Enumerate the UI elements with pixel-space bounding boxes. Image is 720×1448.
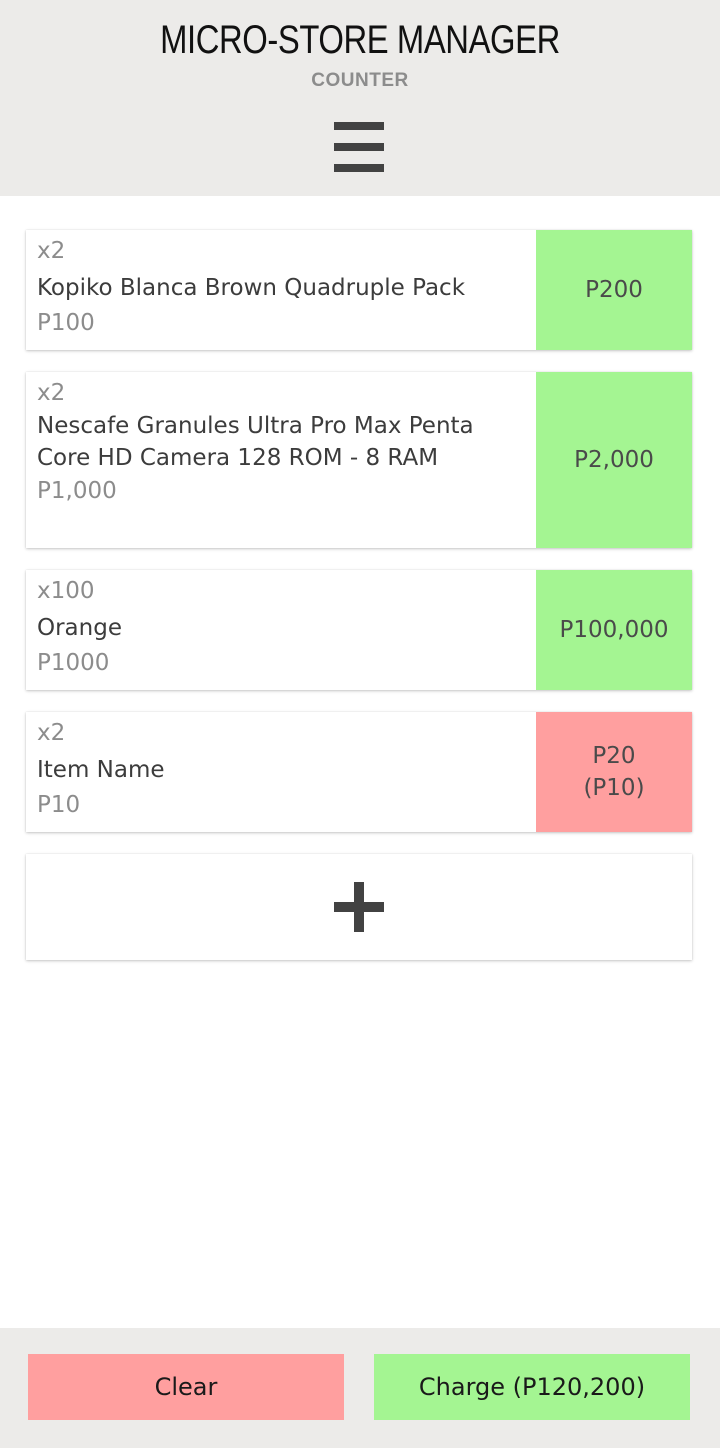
item-info: x2 Item Name P10: [26, 712, 536, 832]
clear-button[interactable]: Clear: [28, 1354, 344, 1420]
item-quantity: x2: [37, 720, 66, 746]
cart-item[interactable]: x2 Nescafe Granules Ultra Pro Max Penta …: [26, 372, 692, 548]
menu-bar-bottom: [334, 164, 384, 172]
item-name: Kopiko Blanca Brown Quadruple Pack: [37, 275, 466, 301]
charge-button[interactable]: Charge (P120,200): [374, 1354, 690, 1420]
item-name: Item Name: [37, 757, 165, 783]
item-info: x2 Nescafe Granules Ultra Pro Max Penta …: [26, 372, 536, 548]
item-total: P20 (P10): [536, 712, 692, 832]
cart-item[interactable]: x2 Kopiko Blanca Brown Quadruple Pack P1…: [26, 230, 692, 350]
item-name: Nescafe Granules Ultra Pro Max Penta Cor…: [37, 413, 474, 471]
footer: Clear Charge (P120,200): [0, 1328, 720, 1448]
item-total: P2,000: [536, 372, 692, 548]
item-quantity: x2: [37, 380, 66, 406]
item-info: x100 Orange P1000: [26, 570, 536, 690]
item-unit-price: P1000: [37, 650, 110, 676]
item-quantity: x2: [37, 238, 66, 264]
cart-item[interactable]: x2 Item Name P10 P20 (P10): [26, 712, 692, 832]
app-title: MICRO-STORE MANAGER: [160, 18, 560, 62]
page-subtitle: COUNTER: [311, 70, 409, 91]
menu-bar-middle: [334, 143, 384, 151]
item-name: Orange: [37, 615, 122, 641]
plus-icon-vertical: [354, 882, 364, 932]
cart-item[interactable]: x100 Orange P1000 P100,000: [26, 570, 692, 690]
plus-icon[interactable]: [334, 882, 384, 932]
header: MICRO-STORE MANAGER COUNTER: [0, 0, 720, 196]
item-unit-price: P1,000: [37, 478, 117, 504]
menu-bar-top: [334, 122, 384, 130]
item-info: x2 Kopiko Blanca Brown Quadruple Pack P1…: [26, 230, 536, 350]
item-unit-price: P10: [37, 792, 81, 818]
item-total: P200: [536, 230, 692, 350]
app-root: MICRO-STORE MANAGER COUNTER x2 Kopiko Bl…: [0, 0, 720, 1448]
item-total: P100,000: [536, 570, 692, 690]
item-quantity: x100: [37, 578, 95, 604]
item-unit-price: P100: [37, 310, 95, 336]
hamburger-menu-icon[interactable]: [334, 122, 384, 172]
